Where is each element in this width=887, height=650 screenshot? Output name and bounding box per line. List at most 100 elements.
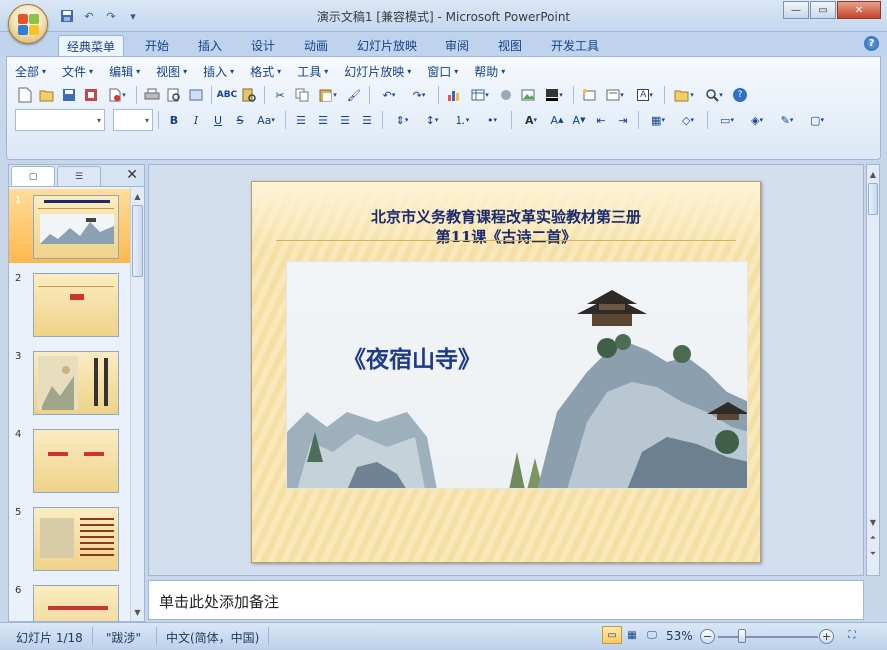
menu-all[interactable]: 全部 ▾ <box>15 63 46 80</box>
layout-icon[interactable]: ▾ <box>601 85 629 105</box>
poem-title[interactable]: 《夜宿山寺》 <box>343 340 481 374</box>
scroll-up-icon[interactable]: ▲ <box>131 189 144 203</box>
email-icon[interactable]: ▾ <box>103 85 131 105</box>
normal-view-icon[interactable]: ▭ <box>602 626 622 644</box>
shape-outline-icon[interactable]: ✎ ▾ <box>773 110 801 130</box>
help-icon[interactable]: ? <box>730 85 750 105</box>
slide-thumbnail[interactable]: 5 <box>9 501 131 575</box>
table-icon[interactable]: ▾ <box>466 85 494 105</box>
zoom-level[interactable]: 53% <box>666 629 693 643</box>
align-center-icon[interactable]: ☰ <box>313 110 333 130</box>
tab-review[interactable]: 审阅 <box>437 35 477 56</box>
scroll-up-icon[interactable]: ▲ <box>867 167 879 181</box>
zoom-in-icon[interactable]: + <box>819 629 834 644</box>
textbox-icon[interactable]: A ▾ <box>631 85 659 105</box>
change-case-icon[interactable]: Aa ▾ <box>252 110 280 130</box>
theme-name[interactable]: "跋涉" <box>106 629 141 646</box>
arrange-icon[interactable]: ▦ ▾ <box>644 110 672 130</box>
slideshow-view-icon[interactable]: 🖵 <box>642 626 662 644</box>
align-left-icon[interactable]: ☰ <box>291 110 311 130</box>
view-icon[interactable] <box>186 85 206 105</box>
menu-file[interactable]: 文件 ▾ <box>62 63 93 80</box>
bullets-icon[interactable]: • ▾ <box>478 110 506 130</box>
zoom-out-icon[interactable]: − <box>700 629 715 644</box>
underline-icon[interactable]: U <box>208 110 228 130</box>
font-color-icon[interactable]: A ▾ <box>517 110 545 130</box>
office-button[interactable] <box>8 4 48 44</box>
tab-animation[interactable]: 动画 <box>296 35 336 56</box>
close-icon[interactable]: ✕ <box>126 167 138 183</box>
italic-icon[interactable]: I <box>186 110 206 130</box>
spelling-icon[interactable]: ABC <box>217 85 237 105</box>
decrease-indent-icon[interactable]: ⇤ <box>591 110 611 130</box>
tab-insert[interactable]: 插入 <box>190 35 230 56</box>
menu-insert[interactable]: 插入 ▾ <box>203 63 234 80</box>
close-button[interactable]: ✕ <box>837 1 881 19</box>
slide-sorter-icon[interactable]: ▦ <box>622 626 642 644</box>
scroll-thumb[interactable] <box>132 205 143 277</box>
slide-thumbnail[interactable]: 4 <box>9 423 131 497</box>
menu-window[interactable]: 窗口 ▾ <box>427 63 458 80</box>
landscape-painting[interactable]: 《夜宿山寺》 <box>286 261 748 489</box>
slide-thumbnail[interactable]: 1 <box>9 189 131 263</box>
scroll-down-icon[interactable]: ▼ <box>131 605 144 619</box>
menu-slideshow[interactable]: 幻灯片放映 ▾ <box>344 63 411 80</box>
line-spacing-icon[interactable]: ↕ ▾ <box>418 110 446 130</box>
thumbnails-scrollbar[interactable]: ▲ ▼ <box>130 187 144 621</box>
notes-pane[interactable]: 单击此处添加备注 <box>148 580 864 620</box>
shape-effects-icon[interactable]: ▢ ▾ <box>803 110 831 130</box>
print-icon[interactable] <box>142 85 162 105</box>
print-preview-icon[interactable] <box>164 85 184 105</box>
language[interactable]: 中文(简体，中国) <box>166 629 259 646</box>
menu-view[interactable]: 视图 ▾ <box>156 63 187 80</box>
menu-edit[interactable]: 编辑 ▾ <box>109 63 140 80</box>
slide-title-line1[interactable]: 北京市义务教育课程改革实验教材第三册 <box>252 206 760 227</box>
chart-icon[interactable] <box>444 85 464 105</box>
copy-icon[interactable] <box>292 85 312 105</box>
undo-icon[interactable]: ↶ ▾ <box>375 85 403 105</box>
justify-icon[interactable]: ☰ <box>357 110 377 130</box>
slides-tab[interactable]: ▢ <box>11 166 55 186</box>
next-slide-icon[interactable]: ⏷ <box>867 547 879 561</box>
strikethrough-icon[interactable]: S <box>230 110 250 130</box>
new-icon[interactable] <box>15 85 35 105</box>
fill-color-icon[interactable]: ▾ <box>540 85 568 105</box>
permission-icon[interactable] <box>81 85 101 105</box>
help-icon[interactable]: ? <box>864 36 879 51</box>
folder-icon[interactable]: ▾ <box>670 85 698 105</box>
scroll-down-icon[interactable]: ▼ <box>867 515 879 529</box>
paste-icon[interactable]: ▾ <box>314 85 342 105</box>
outline-tab[interactable]: ☰ <box>57 166 101 186</box>
menu-help[interactable]: 帮助 ▾ <box>474 63 505 80</box>
shapes-icon[interactable]: ◇ ▾ <box>674 110 702 130</box>
cut-icon[interactable]: ✂ <box>270 85 290 105</box>
scroll-thumb[interactable] <box>868 183 878 215</box>
grow-font-icon[interactable]: A ▲ <box>547 110 567 130</box>
previous-slide-icon[interactable]: ⏶ <box>867 531 879 545</box>
slide-thumbnail[interactable]: 6 <box>9 579 131 621</box>
format-painter-icon[interactable]: 🖌 <box>344 85 364 105</box>
tab-classic-menu[interactable]: 经典菜单 <box>58 35 125 56</box>
new-slide-icon[interactable] <box>579 85 599 105</box>
fit-to-window-icon[interactable]: ⛶ <box>842 626 862 644</box>
increase-indent-icon[interactable]: ⇥ <box>613 110 633 130</box>
current-slide[interactable]: 北京市义务教育课程改革实验教材第三册 第11课《古诗二首》 《夜宿山寺》 <box>251 181 761 563</box>
text-direction-icon[interactable]: ⇕ ▾ <box>388 110 416 130</box>
picture-icon[interactable] <box>518 85 538 105</box>
shape-fill-icon[interactable]: ◈ ▾ <box>743 110 771 130</box>
quick-styles-icon[interactable]: ▭ ▾ <box>713 110 741 130</box>
open-icon[interactable] <box>37 85 57 105</box>
numbering-icon[interactable]: ⒈ ▾ <box>448 110 476 130</box>
research-icon[interactable] <box>239 85 259 105</box>
menu-tools[interactable]: 工具 ▾ <box>297 63 328 80</box>
tab-home[interactable]: 开始 <box>137 35 177 56</box>
minimize-button[interactable]: — <box>783 1 809 19</box>
save-icon[interactable] <box>59 85 79 105</box>
slide-thumbnail[interactable]: 3 <box>9 345 131 419</box>
tab-view[interactable]: 视图 <box>490 35 530 56</box>
align-right-icon[interactable]: ☰ <box>335 110 355 130</box>
redo-icon[interactable]: ↷ ▾ <box>405 85 433 105</box>
font-name-combo[interactable]: ▾ <box>15 109 105 131</box>
clipart-icon[interactable] <box>496 85 516 105</box>
zoom-icon[interactable]: ▾ <box>700 85 728 105</box>
